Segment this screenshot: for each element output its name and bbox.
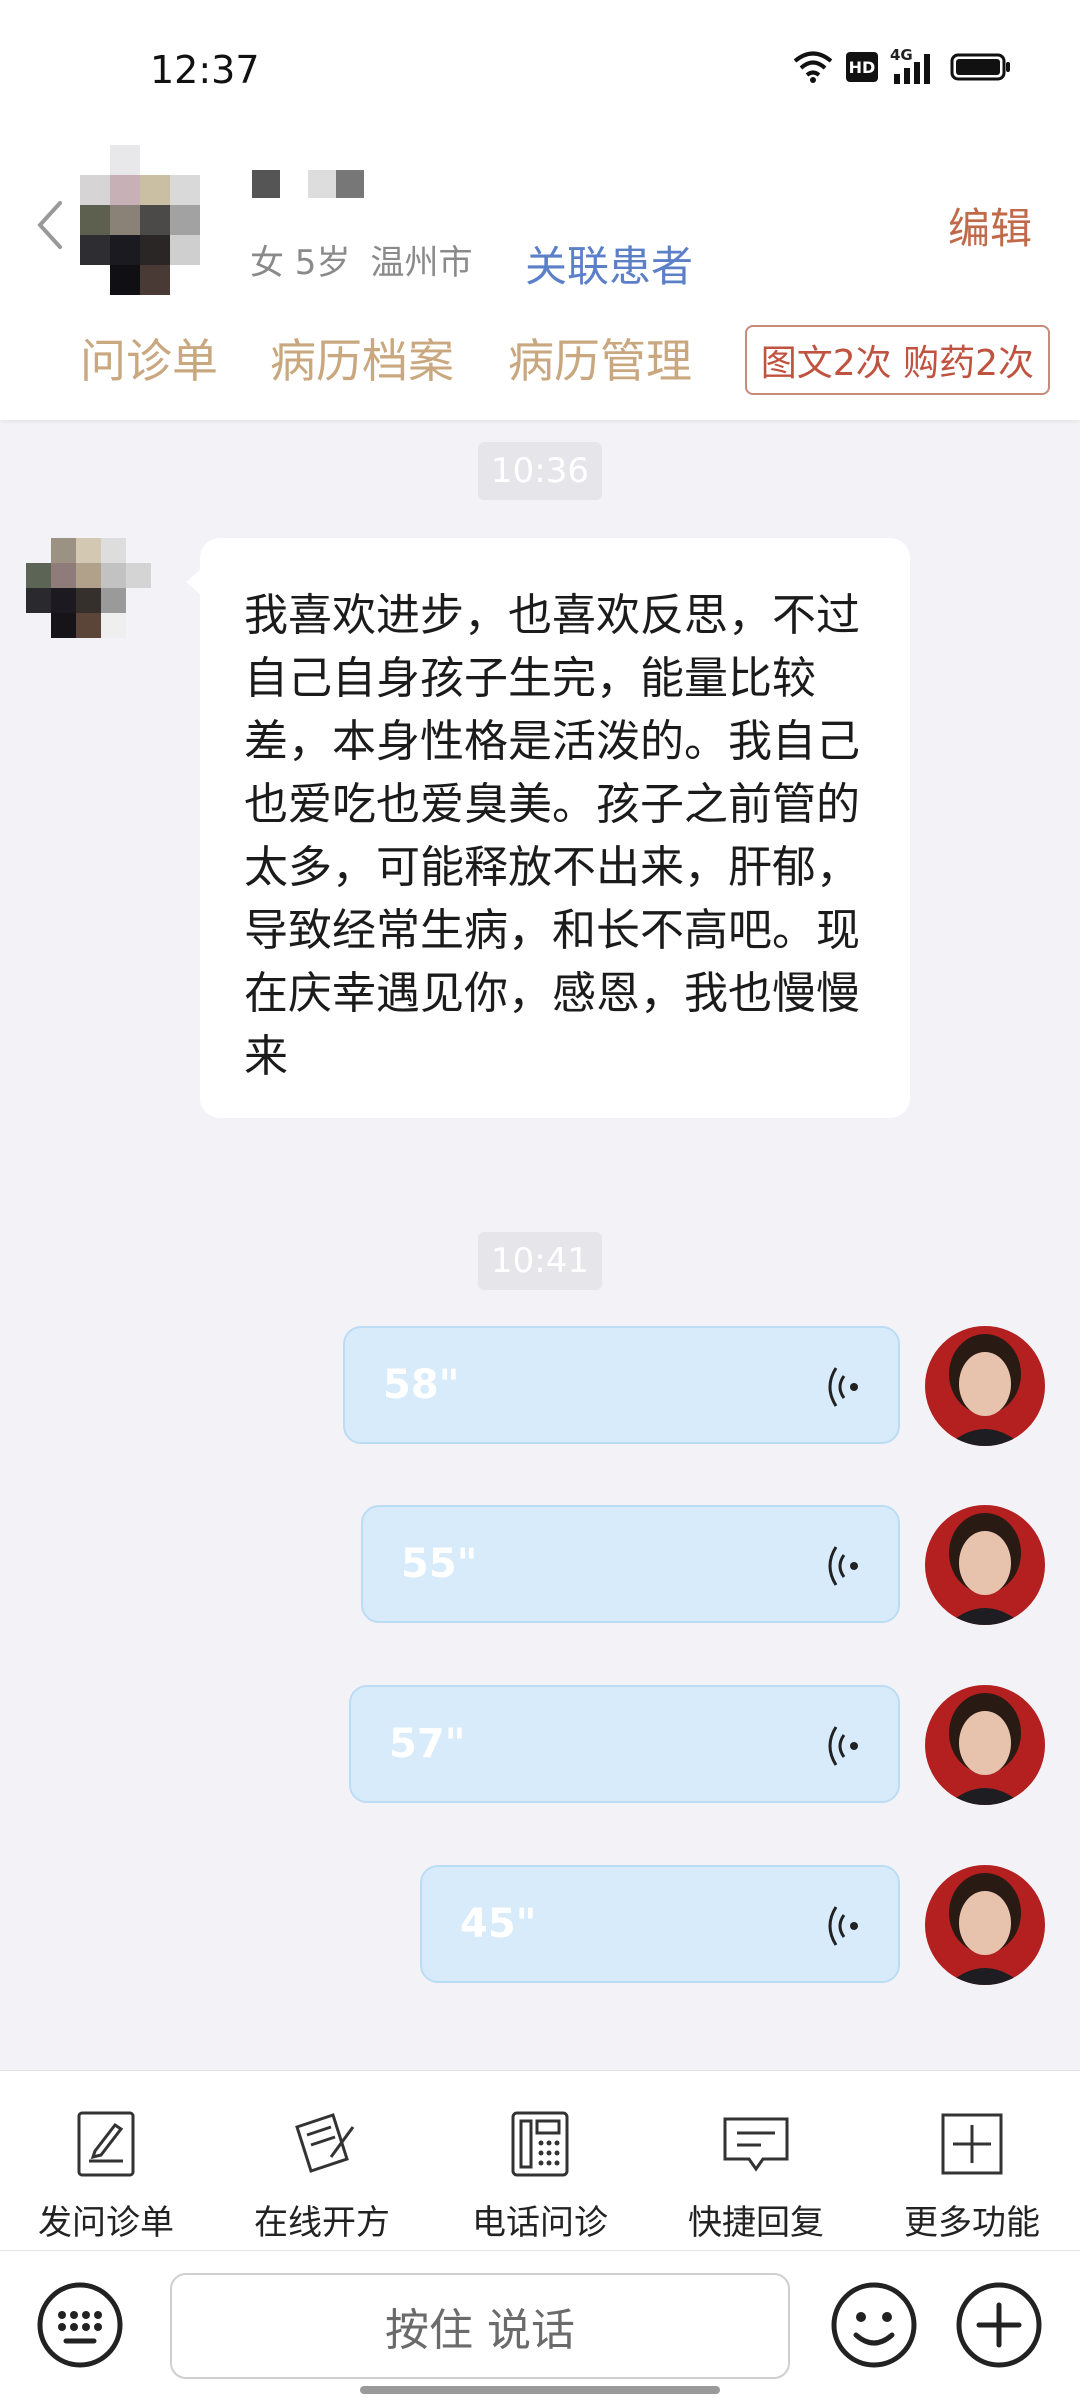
voice-message[interactable]: 57": [349, 1685, 900, 1803]
voice-message[interactable]: 45": [420, 1865, 900, 1983]
online-prescription-button[interactable]: 在线开方: [222, 2107, 422, 2244]
tab-medical-records[interactable]: 病历档案: [270, 325, 454, 391]
patient-header: 女 5岁 温州市 关联患者 编辑 问诊单 病历档案 病历管理 图文2次 购药2次: [0, 135, 1080, 420]
voice-duration: 58": [383, 1362, 460, 1408]
quick-reply-button[interactable]: 快捷回复: [656, 2107, 856, 2244]
patient-text-message[interactable]: 我喜欢进步，也喜欢反思，不过自己自身孩子生完，能量比较差，本身性格是活泼的。我自…: [186, 538, 910, 1118]
phone-consult-button[interactable]: 电话问诊: [440, 2107, 640, 2244]
voice-message[interactable]: 55": [361, 1505, 900, 1623]
tool-label: 电话问诊: [472, 2203, 608, 2243]
keyboard-icon[interactable]: [36, 2281, 124, 2369]
tool-label: 发问诊单: [38, 2203, 174, 2243]
tool-label: 在线开方: [254, 2203, 390, 2243]
patient-name-redacted: [252, 170, 364, 198]
phone-icon: [511, 2111, 569, 2177]
voice-duration: 45": [460, 1901, 537, 1947]
prescription-icon: [295, 2113, 355, 2173]
patient-city: 温州市: [370, 243, 473, 283]
tab-consult-form[interactable]: 问诊单: [80, 325, 218, 391]
voice-message[interactable]: 58": [343, 1326, 900, 1444]
voice-duration: 57": [389, 1721, 466, 1767]
tool-label: 快捷回复: [688, 2203, 824, 2243]
doctor-avatar[interactable]: [925, 1505, 1045, 1625]
patient-gender-age: 女 5岁: [250, 243, 351, 283]
service-count-badge[interactable]: 图文2次 购药2次: [744, 325, 1050, 395]
link-patient-button[interactable]: 关联患者: [525, 233, 693, 294]
time-divider: 10:41: [478, 1232, 602, 1290]
patient-avatar[interactable]: [80, 145, 230, 295]
doctor-avatar[interactable]: [925, 1326, 1045, 1446]
send-consult-form-button[interactable]: 发问诊单: [6, 2107, 206, 2244]
time-divider: 10:36: [478, 442, 602, 500]
emoji-icon[interactable]: [830, 2281, 918, 2369]
voice-duration: 55": [401, 1541, 478, 1587]
tool-label: 更多功能: [904, 2203, 1040, 2243]
quick-reply-icon: [723, 2117, 789, 2172]
tab-record-management[interactable]: 病历管理: [508, 325, 692, 391]
voice-wave-icon: [828, 1546, 858, 1586]
status-icons: HD 4G: [792, 46, 1012, 84]
more-plus-icon: [941, 2113, 1003, 2175]
hd-icon: HD: [846, 52, 878, 82]
more-functions-button[interactable]: 更多功能: [872, 2107, 1072, 2244]
add-attachment-icon[interactable]: [955, 2281, 1043, 2369]
voice-wave-icon: [828, 1726, 858, 1766]
4g-signal-icon: 4G: [890, 46, 938, 84]
home-indicator[interactable]: [360, 2386, 720, 2394]
doctor-avatar[interactable]: [925, 1685, 1045, 1805]
function-toolbar: 发问诊单 在线开方 电话问诊 快捷回复 更多功能: [0, 2070, 1080, 2250]
battery-icon: [950, 53, 1010, 81]
voice-wave-icon: [828, 1906, 858, 1946]
doctor-avatar[interactable]: [925, 1865, 1045, 1985]
patient-message-avatar[interactable]: [26, 538, 166, 658]
input-bar: 按住 说话: [0, 2250, 1080, 2400]
wifi-icon: [793, 51, 833, 83]
form-edit-icon: [77, 2111, 135, 2177]
patient-meta: 女 5岁 温州市: [250, 235, 472, 284]
status-bar: 12:37 HD 4G: [0, 0, 1080, 135]
header-tabs: 问诊单 病历档案 病历管理 图文2次 购药2次: [0, 325, 1080, 405]
chat-area[interactable]: 10:36 我喜欢进步，也喜欢反思，不过自己自身孩子生完，能量比较差，本身性格是…: [0, 420, 1080, 2070]
status-time: 12:37: [150, 48, 260, 92]
hold-to-talk-button[interactable]: 按住 说话: [170, 2273, 790, 2379]
voice-wave-icon: [828, 1367, 858, 1407]
edit-button[interactable]: 编辑: [948, 195, 1032, 256]
back-icon[interactable]: [32, 195, 72, 255]
